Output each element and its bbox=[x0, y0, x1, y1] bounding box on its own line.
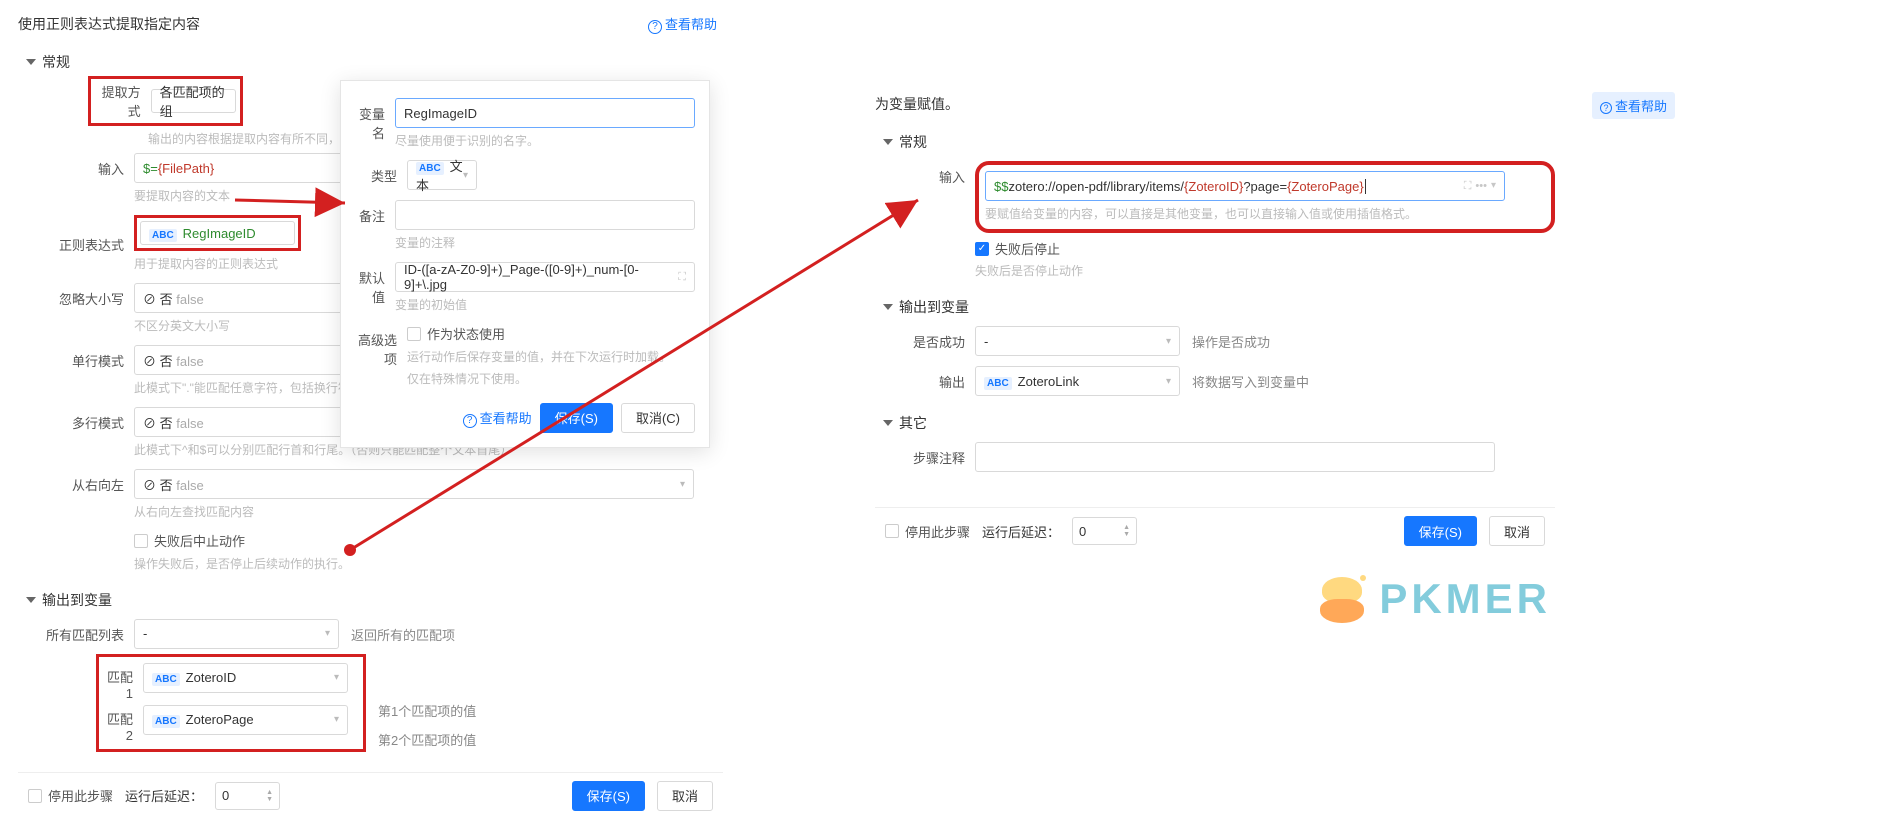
output-label: 输出 bbox=[875, 366, 975, 391]
chevron-down-icon[interactable]: ▾ bbox=[1491, 180, 1496, 193]
extract-mode-highlight: 提取方式 各匹配项的组 bbox=[88, 76, 243, 126]
varname-input[interactable]: RegImageID bbox=[395, 98, 695, 128]
right-section-output[interactable]: 输出到变量 bbox=[875, 285, 1555, 321]
right-footer: 停用此步骤 运行后延迟： 0▲▼ 保存(S) 取消 bbox=[875, 507, 1555, 554]
expand-icon[interactable]: ⛶ bbox=[1464, 180, 1472, 193]
match1-label: 匹配1 bbox=[103, 663, 143, 701]
chevron-down-icon bbox=[26, 59, 36, 65]
chevron-down-icon bbox=[883, 420, 893, 426]
section-output[interactable]: 输出到变量 bbox=[18, 578, 723, 614]
step-remark-label: 步骤注释 bbox=[875, 442, 975, 467]
delay-input[interactable]: 0▲▼ bbox=[215, 782, 280, 810]
success-select[interactable]: -▾ bbox=[975, 326, 1180, 356]
match-group-highlight: 匹配1 ABCZoteroID▾ 匹配2 ABCZoteroPage▾ bbox=[96, 654, 366, 752]
left-title: 使用正则表达式提取指定内容 bbox=[18, 8, 200, 40]
chevron-down-icon: ▾ bbox=[463, 170, 468, 181]
modal-cancel-button[interactable]: 取消(C) bbox=[621, 403, 695, 433]
right-section-general[interactable]: 常规 bbox=[875, 120, 1555, 156]
singleline-label: 单行模式 bbox=[18, 345, 134, 370]
right-title: 为变量赋值。 bbox=[875, 88, 1555, 120]
chevron-down-icon: ▾ bbox=[1166, 376, 1171, 387]
default-input[interactable]: ID-([a-zA-Z0-9]+)_Page-([0-9]+)_num-[0-9… bbox=[395, 262, 695, 292]
delay-label: 运行后延迟： bbox=[125, 786, 203, 805]
left-help-link[interactable]: ?查看帮助 bbox=[648, 14, 717, 34]
left-footer: 停用此步骤 运行后延迟： 0▲▼ 保存(S) 取消 bbox=[18, 772, 723, 819]
chevron-down-icon: ▾ bbox=[680, 479, 685, 490]
remark-input[interactable] bbox=[395, 200, 695, 230]
chevron-down-icon: ▾ bbox=[334, 714, 339, 725]
extract-mode-select[interactable]: 各匹配项的组 bbox=[151, 89, 236, 113]
ignorecase-label: 忽略大小写 bbox=[18, 283, 134, 308]
more-icon[interactable]: ••• bbox=[1475, 180, 1487, 193]
pkmer-logo-icon bbox=[1314, 571, 1369, 626]
right-section-other[interactable]: 其它 bbox=[875, 401, 1555, 437]
success-label: 是否成功 bbox=[875, 326, 975, 351]
right-delay-label: 运行后延迟： bbox=[982, 522, 1060, 541]
chevron-down-icon: ▾ bbox=[1166, 336, 1171, 347]
stop-on-fail-checkbox[interactable]: 失败后中止动作 bbox=[134, 531, 245, 550]
type-label: 类型 bbox=[355, 160, 407, 185]
section-general[interactable]: 常规 bbox=[18, 40, 723, 76]
right-input-field[interactable]: $$zotero://open-pdf/library/items/{Zoter… bbox=[985, 171, 1505, 201]
remark-label: 备注 bbox=[355, 200, 395, 225]
adv-state-checkbox[interactable]: 作为状态使用 bbox=[407, 324, 505, 343]
disable-step-checkbox[interactable]: 停用此步骤 bbox=[28, 786, 113, 805]
type-select[interactable]: ABC文本▾ bbox=[407, 160, 477, 190]
help-icon: ? bbox=[463, 414, 477, 428]
right-cancel-button[interactable]: 取消 bbox=[1489, 516, 1545, 546]
rtl-select[interactable]: ⊘ 否 false▾ bbox=[134, 469, 694, 499]
rtl-label: 从右向左 bbox=[18, 469, 134, 494]
right-help-link[interactable]: ?查看帮助 bbox=[1592, 92, 1675, 119]
default-label: 默认值 bbox=[355, 262, 395, 306]
chevron-down-icon bbox=[883, 304, 893, 310]
varname-label: 变量名 bbox=[355, 98, 395, 142]
match2-select[interactable]: ABCZoteroPage▾ bbox=[143, 705, 348, 735]
right-panel: 为变量赋值。 ?查看帮助 常规 输入 $$zotero://open-pdf/l… bbox=[875, 88, 1555, 554]
expand-icon[interactable]: ⛶ bbox=[678, 271, 686, 284]
right-disable-step-checkbox[interactable]: 停用此步骤 bbox=[885, 522, 970, 541]
allmatch-select[interactable]: -▾ bbox=[134, 619, 339, 649]
input-label: 输入 bbox=[18, 153, 134, 178]
right-input-label: 输入 bbox=[875, 161, 975, 186]
right-save-button[interactable]: 保存(S) bbox=[1404, 516, 1477, 546]
match1-select[interactable]: ABCZoteroID▾ bbox=[143, 663, 348, 693]
help-icon: ? bbox=[1600, 102, 1612, 114]
regex-label: 正则表达式 bbox=[18, 235, 134, 254]
match2-label: 匹配2 bbox=[103, 705, 143, 743]
fail-stop-checkbox[interactable]: ✓失败后停止 bbox=[975, 239, 1060, 258]
modal-save-button[interactable]: 保存(S) bbox=[540, 403, 613, 433]
right-input-highlight: $$zotero://open-pdf/library/items/{Zoter… bbox=[975, 161, 1555, 233]
regex-select[interactable]: ABCRegImageID bbox=[140, 221, 295, 245]
allmatch-label: 所有匹配列表 bbox=[18, 619, 134, 644]
adv-label: 高级选项 bbox=[355, 324, 407, 368]
chevron-down-icon: ▾ bbox=[334, 672, 339, 683]
chevron-down-icon bbox=[883, 139, 893, 145]
chevron-down-icon: ▾ bbox=[325, 628, 330, 639]
multiline-label: 多行模式 bbox=[18, 407, 134, 432]
extract-mode-label: 提取方式 bbox=[95, 82, 151, 120]
chevron-down-icon bbox=[26, 597, 36, 603]
cancel-button[interactable]: 取消 bbox=[657, 781, 713, 811]
save-button[interactable]: 保存(S) bbox=[572, 781, 645, 811]
variable-editor-modal: 变量名 RegImageID 尽量使用便于识别的名字。 类型 ABC文本▾ 备注… bbox=[340, 80, 710, 448]
modal-help-link[interactable]: ?查看帮助 bbox=[463, 408, 532, 428]
right-delay-input[interactable]: 0▲▼ bbox=[1072, 517, 1137, 545]
pkmer-watermark: PKMER bbox=[1314, 571, 1551, 626]
step-remark-input[interactable] bbox=[975, 442, 1495, 472]
output-select[interactable]: ABCZoteroLink▾ bbox=[975, 366, 1180, 396]
help-icon: ? bbox=[648, 20, 662, 34]
